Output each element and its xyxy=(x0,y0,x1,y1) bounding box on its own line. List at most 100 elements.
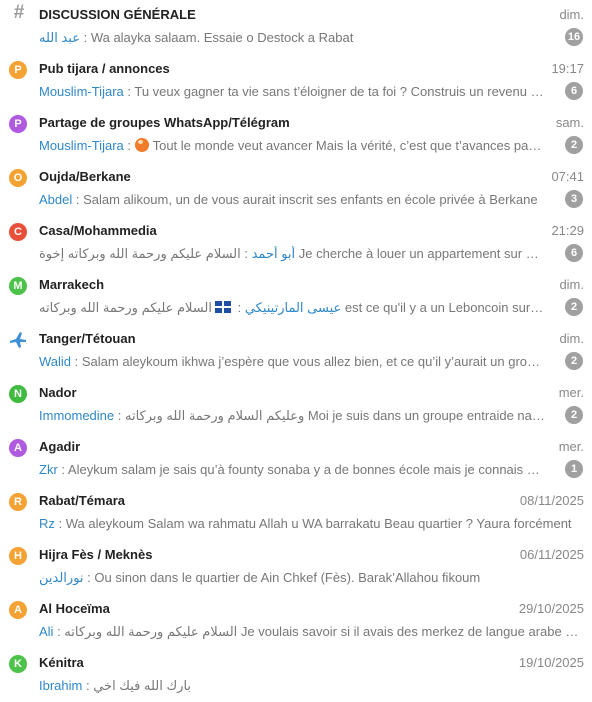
unread-badge: 2 xyxy=(565,298,583,316)
message-text: Tout le monde veut avancer Mais la vérit… xyxy=(152,138,545,153)
unread-badge: 2 xyxy=(565,406,583,424)
chat-title: Nador xyxy=(39,385,77,400)
sender-name: Abdel xyxy=(39,192,73,207)
message-text: بارك الله فيك اخي xyxy=(93,678,192,693)
message-preview: Walid : Salam aleykoum ikhwa j’espère qu… xyxy=(39,354,545,369)
chat-time: 19:17 xyxy=(551,61,584,76)
chat-row-9[interactable]: A Agadir mer. Zkr : Aleykum salam je sai… xyxy=(0,432,592,486)
unread-badge: 1 xyxy=(565,460,583,478)
chat-row-6[interactable]: M Marrakech dim. عيسى المارتينيكي : السل… xyxy=(0,270,592,324)
airplane-icon xyxy=(8,330,28,350)
hash-icon: # xyxy=(13,2,25,23)
chat-row-13[interactable]: K Kénitra 19/10/2025 Ibrahim : بارك الله… xyxy=(0,648,592,702)
chat-title: Pub tijara / annonces xyxy=(39,61,170,76)
sender-name: Immomedine xyxy=(39,408,115,423)
chat-row-1[interactable]: # DISCUSSION GÉNÉRALE dim. عبد الله : Wa… xyxy=(0,0,592,54)
sender-separator: : xyxy=(53,624,65,639)
message-preview: Ibrahim : بارك الله فيك اخي xyxy=(39,678,584,694)
message-text: Ou sinon dans le quartier de Ain Chkef (… xyxy=(94,570,481,585)
message-text: Tu veux gagner ta vie sans t’éloigner de… xyxy=(134,84,545,99)
chat-row-3[interactable]: P Partage de groupes WhatsApp/Télégram s… xyxy=(0,108,592,162)
preview-icon xyxy=(134,138,153,153)
message-preview: Mouslim-Tijara : Tout le monde veut avan… xyxy=(39,138,545,153)
sender-name: Walid xyxy=(39,354,72,369)
chat-time: mer. xyxy=(558,385,584,400)
sender-separator: : xyxy=(79,30,91,45)
unread-badge: 2 xyxy=(565,352,583,370)
sender-separator: : xyxy=(82,678,94,693)
chat-row-12[interactable]: A Al Hoceïma 29/10/2025 Ali : السلام علي… xyxy=(0,594,592,648)
chat-title: Casa/Mohammedia xyxy=(39,223,157,238)
sender-name: Mouslim-Tijara xyxy=(39,84,124,99)
sender-separator: : xyxy=(123,84,135,99)
unread-badge: 3 xyxy=(565,190,583,208)
sender-name: Rz xyxy=(39,516,55,531)
sender-name: عبد الله xyxy=(39,30,80,45)
chat-title: Tanger/Tétouan xyxy=(39,331,136,346)
message-text: Salam aleykoum ikhwa j’espère que vous a… xyxy=(81,354,545,369)
chat-list: # DISCUSSION GÉNÉRALE dim. عبد الله : Wa… xyxy=(0,0,592,702)
group-avatar: P xyxy=(9,61,27,79)
chat-time: dim. xyxy=(559,331,584,346)
chat-row-5[interactable]: C Casa/Mohammedia 21:29 أبو أحمد : السلا… xyxy=(0,216,592,270)
chat-time: 06/11/2025 xyxy=(519,547,584,562)
chat-time: mer. xyxy=(558,439,584,454)
unread-badge: 2 xyxy=(565,136,583,154)
sender-separator: : xyxy=(83,570,95,585)
chat-title: Partage de groupes WhatsApp/Télégram xyxy=(39,115,290,130)
message-preview: Zkr : Aleykum salam je sais qu’à founty … xyxy=(39,462,545,477)
sender-name: Ibrahim xyxy=(39,678,83,693)
message-text: Salam alikoum, un de vous aurait inscrit… xyxy=(83,192,538,207)
chat-title: Kénitra xyxy=(39,655,84,670)
group-avatar: N xyxy=(9,385,27,403)
chat-row-7[interactable]: Tanger/Tétouan dim. Walid : Salam aleyko… xyxy=(0,324,592,378)
group-avatar: C xyxy=(9,223,27,241)
group-avatar: K xyxy=(9,655,27,673)
sender-name: Mouslim-Tijara xyxy=(39,138,124,153)
sender-separator: : xyxy=(72,192,84,207)
chat-title: Oujda/Berkane xyxy=(39,169,131,184)
sender-name: نورالدين xyxy=(39,570,84,585)
message-preview: نورالدين : Ou sinon dans le quartier de … xyxy=(39,570,584,586)
group-avatar: H xyxy=(9,547,27,565)
chat-title: Agadir xyxy=(39,439,81,454)
sender-name: أبو أحمد xyxy=(251,246,296,261)
sender-name: Ali xyxy=(39,624,54,639)
chat-row-8[interactable]: N Nador mer. Immomedine : وعليكم السلام … xyxy=(0,378,592,432)
group-avatar: A xyxy=(9,439,27,457)
sender-separator: : xyxy=(54,516,66,531)
message-preview: أبو أحمد : السلام عليكم ورحمة الله وبركا… xyxy=(39,246,545,262)
chat-time: 29/10/2025 xyxy=(518,601,584,616)
message-text: Aleykum salam je sais qu’à founty sonaba… xyxy=(67,462,545,477)
sender-name: عيسى المارتينيكي xyxy=(244,300,342,315)
group-avatar: R xyxy=(9,493,27,511)
chat-time: dim. xyxy=(559,7,584,22)
chat-row-11[interactable]: H Hijra Fès / Meknès 06/11/2025 نورالدين… xyxy=(0,540,592,594)
chat-time: 19/10/2025 xyxy=(518,655,584,670)
message-preview: عيسى المارتينيكي : السلام عليكم ورحمة ال… xyxy=(39,300,545,316)
message-text: السلام عليكم ورحمة الله وبركاته Je voula… xyxy=(64,624,584,639)
chat-row-10[interactable]: R Rabat/Témara 08/11/2025 Rz : Wa aleyko… xyxy=(0,486,592,540)
chat-title: Hijra Fès / Meknès xyxy=(39,547,153,562)
unread-badge: 6 xyxy=(565,244,583,262)
chat-time: 07:41 xyxy=(551,169,584,184)
unread-badge: 16 xyxy=(565,28,583,46)
chat-row-2[interactable]: P Pub tijara / annonces 19:17 Mouslim-Ti… xyxy=(0,54,592,108)
group-avatar: A xyxy=(9,601,27,619)
sender-separator: : xyxy=(240,246,252,261)
chat-row-4[interactable]: O Oujda/Berkane 07:41 Abdel : Salam alik… xyxy=(0,162,592,216)
sender-separator: : xyxy=(71,354,82,369)
chat-title: Rabat/Témara xyxy=(39,493,125,508)
chat-title: Marrakech xyxy=(39,277,105,292)
message-preview: Ali : السلام عليكم ورحمة الله وبركاته Je… xyxy=(39,624,584,640)
sender-separator: : xyxy=(57,462,68,477)
message-text: Wa aleykoum Salam wa rahmatu Allah u WA … xyxy=(65,516,572,531)
group-avatar: O xyxy=(9,169,27,187)
message-preview: Rz : Wa aleykoum Salam wa rahmatu Allah … xyxy=(39,516,584,531)
chat-title: Al Hoceïma xyxy=(39,601,110,616)
message-preview: Immomedine : وعليكم السلام ورحمة الله وب… xyxy=(39,408,545,424)
chat-time: dim. xyxy=(559,277,584,292)
message-preview: عبد الله : Wa alayka salaam. Essaie o De… xyxy=(39,30,545,46)
chat-time: 21:29 xyxy=(551,223,584,238)
message-text: Wa alayka salaam. Essaie o Destock a Rab… xyxy=(90,30,354,45)
